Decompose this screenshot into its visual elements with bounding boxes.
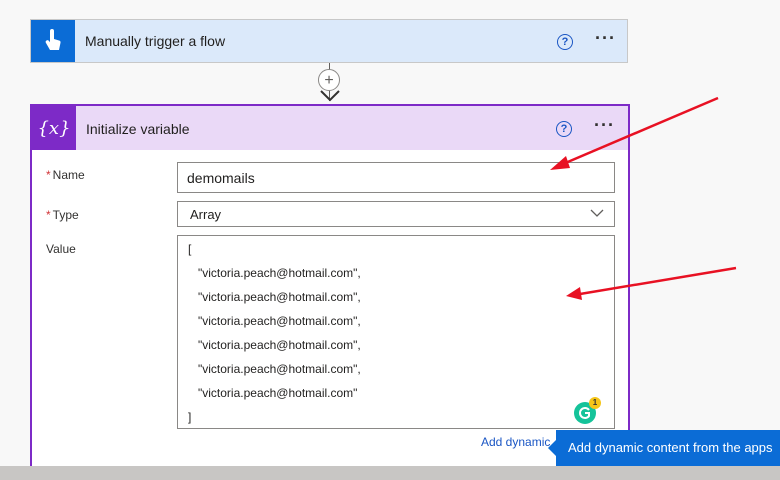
- trigger-title: Manually trigger a flow: [85, 33, 226, 49]
- value-editor[interactable]: [ "victoria.peach@hotmail.com", "victori…: [177, 235, 615, 429]
- value-line: [: [188, 242, 192, 256]
- value-line: ]: [188, 410, 192, 424]
- more-options-icon[interactable]: ···: [595, 28, 616, 49]
- add-dynamic-content-tooltip: Add dynamic content from the apps: [548, 430, 780, 466]
- tooltip-pointer: [548, 440, 556, 456]
- value-line: "victoria.peach@hotmail.com",: [198, 338, 361, 352]
- name-field[interactable]: demomails: [177, 162, 615, 193]
- add-dynamic-content-link[interactable]: Add dynamic: [481, 435, 550, 449]
- value-line: "victoria.peach@hotmail.com": [198, 386, 358, 400]
- card-header[interactable]: {x} Initialize variable ? ···: [32, 106, 628, 150]
- type-value: Array: [190, 207, 222, 222]
- bottom-scrollbar[interactable]: [0, 466, 780, 480]
- value-line: "victoria.peach@hotmail.com",: [198, 362, 361, 376]
- grammarly-badge: 1: [589, 397, 601, 409]
- hand-pointer-icon: [31, 20, 75, 62]
- help-icon[interactable]: ?: [557, 34, 573, 50]
- value-line: "victoria.peach@hotmail.com",: [198, 314, 361, 328]
- card-title: Initialize variable: [86, 121, 190, 137]
- chevron-down-icon: [320, 90, 340, 102]
- add-step-icon[interactable]: +: [318, 69, 340, 91]
- value-line: "victoria.peach@hotmail.com",: [198, 290, 361, 304]
- initialize-variable-card: {x} Initialize variable ? ··· * Name demo…: [30, 104, 630, 480]
- type-label: * Type: [46, 208, 79, 222]
- variable-icon: {x}: [32, 106, 76, 150]
- name-label: * Name: [46, 168, 85, 182]
- grammarly-icon[interactable]: 1: [574, 397, 601, 424]
- value-label: Value: [46, 242, 76, 256]
- chevron-down-icon: [590, 209, 604, 217]
- type-dropdown[interactable]: Array: [177, 201, 615, 227]
- value-line: "victoria.peach@hotmail.com",: [198, 266, 361, 280]
- more-options-icon[interactable]: ···: [594, 115, 615, 136]
- tooltip-text: Add dynamic content from the apps: [568, 440, 773, 455]
- trigger-card[interactable]: Manually trigger a flow ? ···: [30, 19, 628, 63]
- help-icon[interactable]: ?: [556, 121, 572, 137]
